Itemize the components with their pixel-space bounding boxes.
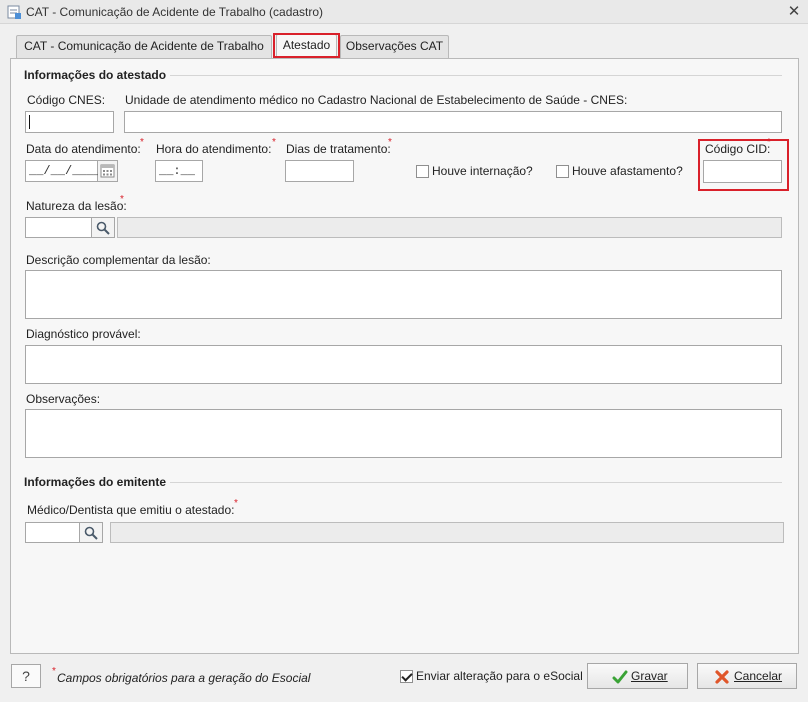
required-marker: * [388,137,392,148]
send-esocial-label[interactable]: Enviar alteração para o eSocial [416,669,583,683]
tab-highlight [273,33,340,58]
section-title-emitente: Informações do emitente [24,475,167,489]
descricao-label: Descrição complementar da lesão: [26,253,211,267]
save-button[interactable]: Gravar [587,663,688,689]
tab-observacoes-cat[interactable]: Observações CAT [340,35,449,58]
internacao-label[interactable]: Houve internação? [432,164,533,178]
diagnostico-textarea[interactable] [25,345,782,384]
medico-code-input[interactable] [25,522,80,543]
app-icon [7,5,21,19]
diagnostico-label: Diagnóstico provável: [26,327,141,341]
observacoes-label: Observações: [26,392,101,406]
afastamento-checkbox[interactable] [556,165,569,178]
section-title-atestado: Informações do atestado [24,68,167,82]
title-bar: CAT - Comunicação de Acidente de Trabalh… [0,0,808,24]
section-divider [170,75,782,76]
dias-tratamento-input[interactable] [285,160,354,182]
cancel-button[interactable]: Cancelar [697,663,797,689]
hora-atendimento-label: Hora do atendimento: [156,142,272,156]
unidade-label: Unidade de atendimento médico no Cadastr… [125,93,628,107]
codigo-cid-input[interactable] [703,160,782,183]
medico-label: Médico/Dentista que emitiu o atestado: [27,503,235,517]
data-atendimento-label: Data do atendimento: [26,142,141,156]
required-marker: * [272,137,276,148]
codigo-cid-label: Código CID: [705,142,771,156]
natureza-label: Natureza da lesão: [26,199,127,213]
descricao-textarea[interactable] [25,270,782,319]
natureza-code-input[interactable] [25,217,92,238]
unidade-input[interactable] [124,111,782,133]
required-marker: * [234,498,238,509]
internacao-checkbox[interactable] [416,165,429,178]
calendar-icon [100,164,115,178]
medico-description-field [110,522,784,543]
cancel-button-label: Cancelar [734,669,783,683]
checkmark-icon [612,670,628,684]
natureza-description-field [117,217,782,238]
send-esocial-checkbox[interactable] [400,670,413,683]
observacoes-textarea[interactable] [25,409,782,458]
hora-atendimento-input[interactable]: __:__ [155,160,203,182]
codigo-cnes-input[interactable] [25,111,114,133]
required-marker: * [767,137,771,148]
dias-tratamento-label: Dias de tratamento: [286,142,391,156]
codigo-cnes-label: Código CNES: [27,93,106,107]
data-atendimento-input[interactable]: __/__/____ [25,160,101,182]
text-caret [29,115,30,129]
calendar-button[interactable] [98,160,118,182]
cancel-x-icon [715,670,729,684]
required-marker: * [140,137,144,148]
required-marker: * [120,194,124,205]
tab-cat[interactable]: CAT - Comunicação de Acidente de Trabalh… [16,35,272,58]
afastamento-label[interactable]: Houve afastamento? [572,164,683,178]
save-button-label: Gravar [631,669,668,683]
required-note: Campos obrigatórios para a geração do Es… [57,671,311,685]
section-divider [170,482,782,483]
medico-search-button[interactable] [80,522,103,543]
search-icon [96,221,110,235]
close-icon[interactable]: ✕ [784,2,804,22]
required-marker: * [52,666,56,677]
window-title: CAT - Comunicação de Acidente de Trabalh… [26,5,324,19]
search-icon [84,526,98,540]
help-button[interactable]: ? [11,664,41,688]
natureza-search-button[interactable] [92,217,115,238]
